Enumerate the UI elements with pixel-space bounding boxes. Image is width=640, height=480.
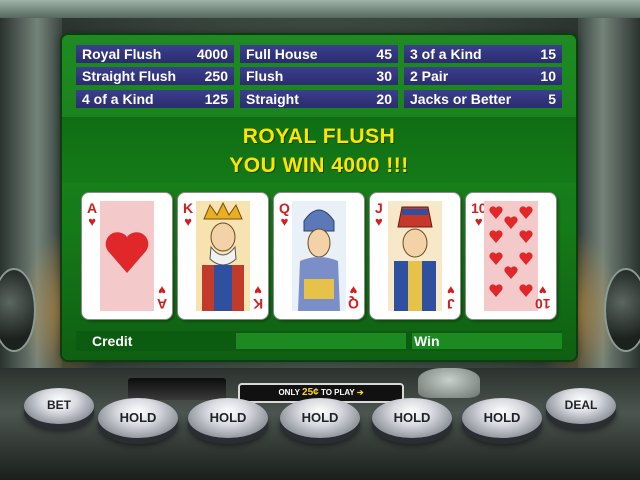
paytable-row: Straight Flush 250 xyxy=(76,67,234,86)
hand-payout: 5 xyxy=(548,90,556,107)
hand-name: Full House xyxy=(246,46,318,62)
card-index-bottom: J ♥ xyxy=(447,283,455,312)
hand-payout: 45 xyxy=(376,46,392,62)
hand-name: 4 of a Kind xyxy=(82,90,154,107)
card-row: A ♥ A ♥ K ♥ K ♥ Q ♥ Q ♥ J ♥ J ♥ 10 ♥ 10 … xyxy=(82,193,558,321)
hand-name: Flush xyxy=(246,68,284,85)
price-sign-suffix: TO PLAY xyxy=(320,388,355,397)
jack-face-icon xyxy=(388,201,442,311)
hand-payout: 30 xyxy=(376,68,392,85)
hold-button-4[interactable]: HOLD xyxy=(372,398,452,438)
queen-face-icon xyxy=(292,201,346,311)
hold-button-3[interactable]: HOLD xyxy=(280,398,360,438)
king-face-icon xyxy=(196,201,250,311)
heart-pip-icon xyxy=(100,201,154,311)
hand-name: Straight Flush xyxy=(82,68,177,85)
hand-payout: 10 xyxy=(540,68,556,85)
card-queen-hearts[interactable]: Q ♥ Q ♥ xyxy=(274,193,364,319)
price-sign-prefix: ONLY xyxy=(278,388,300,397)
win-message: YOU WIN 4000 !!! xyxy=(229,154,409,177)
card-ace-hearts[interactable]: A ♥ A ♥ xyxy=(82,193,172,319)
card-index-top: K ♥ xyxy=(183,200,194,229)
paytable-row: 2 Pair 10 xyxy=(404,67,562,86)
card-index-bottom: K ♥ xyxy=(252,283,263,312)
deal-button[interactable]: DEAL xyxy=(546,388,616,424)
card-index-bottom: 10 ♥ xyxy=(535,283,551,312)
hold-button-5[interactable]: HOLD xyxy=(462,398,542,438)
status-bar: Credit Win xyxy=(76,331,562,351)
hand-payout: 250 xyxy=(204,68,228,85)
coin-slot xyxy=(128,378,226,400)
credit-value-box xyxy=(236,333,406,349)
card-index-top: Q ♥ xyxy=(279,200,290,229)
ten-hearts-pips-icon xyxy=(484,201,538,311)
right-speaker xyxy=(604,268,640,352)
game-screen: Royal Flush 4000 Full House 45 3 of a Kind… xyxy=(62,35,576,360)
hand-name: Straight xyxy=(246,90,299,107)
paytable-row: 4 of a Kind 125 xyxy=(76,89,234,108)
hand-name: Royal Flush xyxy=(82,46,162,62)
card-ten-hearts[interactable]: 10 ♥ 10 ♥ xyxy=(466,193,556,319)
hand-payout: 125 xyxy=(204,90,228,107)
cabinet-top xyxy=(0,0,640,18)
card-jack-hearts[interactable]: J ♥ J ♥ xyxy=(370,193,460,319)
card-index-bottom: Q ♥ xyxy=(348,283,359,312)
hand-name: Jacks or Better xyxy=(410,90,512,107)
credit-label: Credit xyxy=(92,333,133,349)
hand-payout: 4000 xyxy=(196,46,228,62)
arrow-right-icon: ➔ xyxy=(356,388,364,397)
win-label: Win xyxy=(414,333,440,349)
hold-button-1[interactable]: HOLD xyxy=(98,398,178,438)
paytable-row: Flush 30 xyxy=(240,67,398,86)
card-index-bottom: A ♥ xyxy=(156,283,167,312)
paytable-row: Jacks or Better 5 xyxy=(404,89,562,108)
hold-button-2[interactable]: HOLD xyxy=(188,398,268,438)
winning-hand-name: ROYAL FLUSH xyxy=(242,125,396,148)
card-index-top: J ♥ xyxy=(375,200,383,229)
paytable-row: Straight 20 xyxy=(240,89,398,108)
hand-payout: 20 xyxy=(376,90,392,107)
bet-button[interactable]: BET xyxy=(24,388,94,424)
coin-cup xyxy=(418,368,480,398)
paytable: Royal Flush 4000 Full House 45 3 of a Kind… xyxy=(76,45,562,109)
paytable-row: Royal Flush 4000 xyxy=(76,45,234,63)
card-index-top: A ♥ xyxy=(87,200,98,229)
paytable-row: 3 of a Kind 15 xyxy=(404,45,562,63)
hand-payout: 15 xyxy=(540,46,556,62)
card-king-hearts[interactable]: K ♥ K ♥ xyxy=(178,193,268,319)
paytable-row: Full House 45 xyxy=(240,45,398,63)
price-sign-price: 25¢ xyxy=(302,387,319,398)
hand-name: 2 Pair xyxy=(410,68,449,85)
hand-name: 3 of a Kind xyxy=(410,46,482,62)
